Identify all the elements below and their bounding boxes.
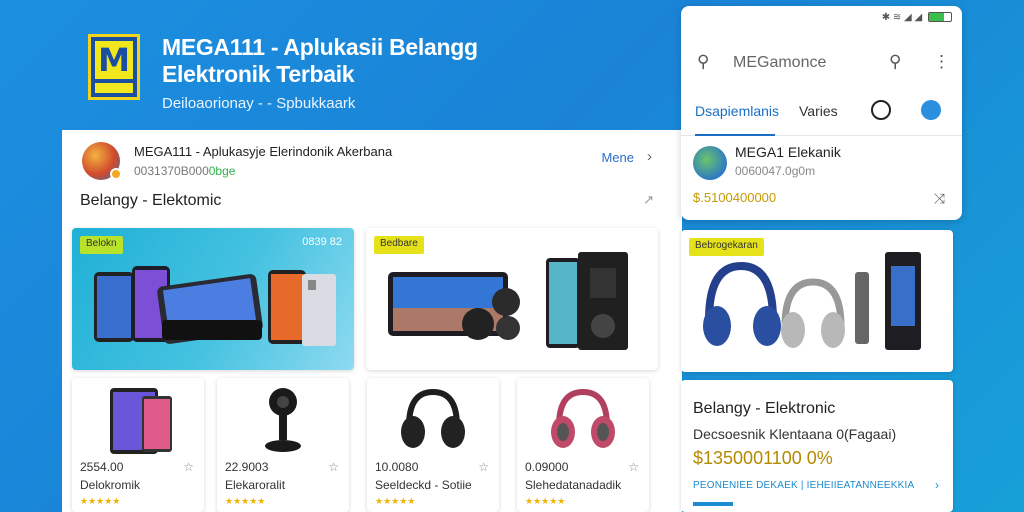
rating-stars: ★★★★★ xyxy=(375,496,416,506)
badge-dot-icon xyxy=(110,168,122,180)
product-card[interactable]: 22.9003 ☆ Elekaroralit ★★★★★ xyxy=(217,378,349,512)
section-title: Belangy - Elektomic xyxy=(80,192,222,209)
item-name: MEGA1 Elekanik xyxy=(735,144,841,160)
search-icon[interactable]: ⚲ xyxy=(889,52,901,72)
search-input[interactable]: MEGamonce xyxy=(733,54,826,72)
phone-app-panel: ✱ ≋ ◢ ◢ ⚲ MEGamonce ⚲ ⋮ Dsapiemlanis Var… xyxy=(681,6,962,220)
product-card[interactable]: 2554.00 ☆ Delokromik ★★★★★ xyxy=(72,378,204,512)
tab-varies[interactable]: Varies xyxy=(799,103,838,119)
item-meta: 0060047.0g0m xyxy=(735,164,816,178)
bookmark-icon[interactable]: ☆ xyxy=(328,460,339,474)
logo-letter: M xyxy=(98,41,130,79)
promo-banner-headphones[interactable]: Bebrogekaran xyxy=(681,230,953,372)
active-tab-indicator xyxy=(695,134,775,136)
product-detail-card[interactable]: Belangy - Elektronic Decsoesnik Klentaan… xyxy=(681,380,953,512)
detail-title: Belangy - Elektronic xyxy=(693,400,836,417)
hero-subtitle: Deiloaorionay - - Spbukkaark xyxy=(162,95,356,112)
product-card[interactable]: 10.0080 ☆ Seeldeckd - Sotiie ★★★★★ xyxy=(367,378,499,512)
clock-icon[interactable] xyxy=(871,100,891,120)
promo-banner-phones[interactable]: Belokn 0839 82 xyxy=(72,228,354,370)
phones-illustration xyxy=(94,266,336,346)
product-card[interactable]: 0.09000 ☆ Slehedatanadadik ★★★★★ xyxy=(517,378,649,512)
camera-thumbnail xyxy=(265,388,301,452)
product-name: Elekaroralit xyxy=(225,478,286,492)
rating-stars: ★★★★★ xyxy=(80,496,121,506)
detail-price: $1350001100 0% xyxy=(693,448,833,468)
headphones-illustration xyxy=(703,252,921,350)
tab-bar: Dsapiemlanis Varies xyxy=(681,90,962,136)
headphones-thumbnail xyxy=(401,388,465,448)
hero-title: MEGA111 - Aplukasii Belangg Elektronik T… xyxy=(162,34,478,87)
chevron-right-icon[interactable]: › xyxy=(935,478,939,492)
expand-arrow-icon[interactable]: ↗ xyxy=(643,192,654,208)
phone-list-item[interactable]: MEGA1 Elekanik 0060047.0g0m $.5100400000… xyxy=(691,142,951,212)
bookmark-icon[interactable]: ☆ xyxy=(478,460,489,474)
app-header-row[interactable]: MEGA111 - Aplukasyje Elerindonik Akerban… xyxy=(82,140,662,182)
footer-indicator xyxy=(693,502,733,506)
rating-stars: ★★★★★ xyxy=(525,496,566,506)
product-name: Slehedatanadadik xyxy=(525,478,622,492)
rating-stars: ★★★★★ xyxy=(225,496,266,506)
audio-illustration xyxy=(388,252,628,350)
chevron-right-icon[interactable]: › xyxy=(647,148,652,165)
item-price: $.5100400000 xyxy=(693,190,777,205)
promo-banner-audio[interactable]: Bedbare xyxy=(366,228,658,370)
tablet-thumbnail xyxy=(110,388,172,454)
status-bar: ✱ ≋ ◢ ◢ xyxy=(882,12,952,23)
globe-icon xyxy=(693,146,727,180)
app-meta: 0031370B0000bge xyxy=(134,164,236,178)
product-price: 2554.00 xyxy=(80,460,124,474)
detail-description: Decsoesnik Klentaana 0(Fagaai) xyxy=(693,426,897,442)
more-link[interactable]: Mene xyxy=(601,150,634,165)
search-icon[interactable]: ⚲ xyxy=(697,52,709,72)
more-vert-icon[interactable]: ⋮ xyxy=(933,52,950,72)
bookmark-icon[interactable]: ☆ xyxy=(183,460,194,474)
app-name: MEGA111 - Aplukasyje Elerindonik Akerban… xyxy=(134,144,393,159)
store-listing-panel: MEGA111 - Aplukasyje Elerindonik Akerban… xyxy=(62,130,682,512)
product-price: 22.9003 xyxy=(225,460,269,474)
logo-strip xyxy=(95,83,133,93)
app-icon xyxy=(82,142,122,180)
tab-primary[interactable]: Dsapiemlanis xyxy=(695,103,779,119)
product-name: Delokromik xyxy=(80,478,141,492)
detail-link[interactable]: PEONENIEE DEKAEK | IEHEIIEATANNEEKKIA xyxy=(693,480,914,491)
share-icon[interactable]: ⤨ xyxy=(934,190,945,207)
battery-icon xyxy=(928,12,952,23)
search-bar[interactable]: ⚲ MEGamonce ⚲ ⋮ xyxy=(695,46,950,82)
product-price: 10.0080 xyxy=(375,460,419,474)
headphones-thumbnail xyxy=(551,388,615,448)
product-name: Seeldeckd - Sotiie xyxy=(375,478,472,492)
product-price: 0.09000 xyxy=(525,460,569,474)
bookmark-icon[interactable]: ☆ xyxy=(628,460,639,474)
app-logo: M xyxy=(88,34,140,100)
profile-icon[interactable] xyxy=(921,100,941,120)
hero-header: M MEGA111 - Aplukasii Belangg Elektronik… xyxy=(62,2,682,130)
